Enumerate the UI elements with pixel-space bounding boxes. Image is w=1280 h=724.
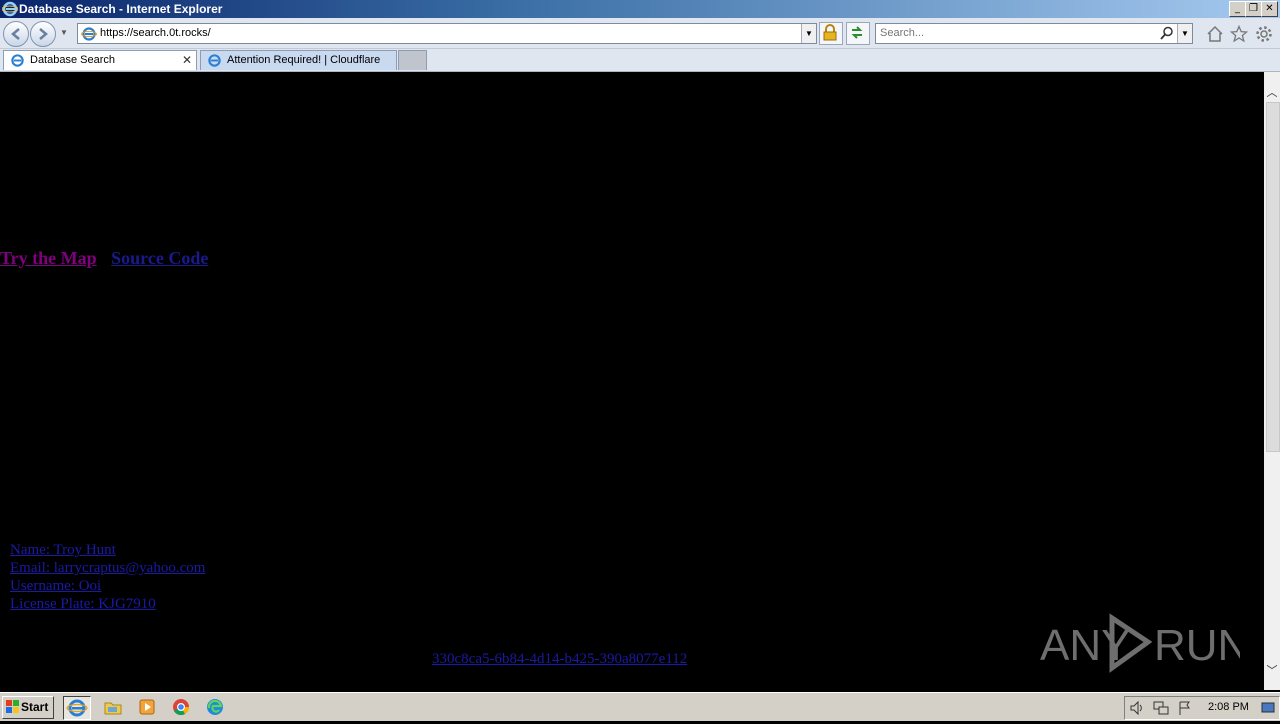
back-button[interactable]	[3, 21, 29, 47]
window-titlebar: Database Search - Internet Explorer _ ❐ …	[0, 0, 1280, 18]
search-box[interactable]: ▼	[875, 23, 1193, 44]
result-uuid-link[interactable]: 330c8ca5-6b84-4d14-b425-390a8077e112	[432, 651, 687, 668]
scroll-down-icon[interactable]: ﹀	[1264, 662, 1280, 678]
home-icon[interactable]	[1206, 25, 1224, 43]
new-tab-button[interactable]	[398, 50, 427, 70]
page-ie-icon	[81, 27, 97, 41]
folder-icon	[104, 702, 122, 715]
back-arrow-icon	[11, 28, 20, 40]
tab-bar: Database Search ✕ Attention Required! | …	[0, 49, 1280, 72]
navigation-bar: ▼ https://search.0t.rocks/ ▼ ▼	[0, 18, 1280, 49]
search-result: Name: Troy Hunt Email: larrycraptus@yaho…	[10, 541, 205, 613]
history-dropdown-icon[interactable]: ▼	[60, 28, 69, 37]
system-tray	[1124, 696, 1280, 720]
anyrun-watermark-logo: ANY RUN	[1040, 613, 1240, 673]
tab-database-search[interactable]: Database Search ✕	[3, 50, 197, 70]
taskbar-file-explorer[interactable]	[100, 696, 126, 718]
source-code-link[interactable]: Source Code	[111, 248, 208, 268]
start-button[interactable]: Start	[2, 696, 54, 719]
taskbar-chrome[interactable]	[168, 696, 194, 718]
forward-button[interactable]	[30, 21, 56, 47]
search-dropdown-icon[interactable]: ▼	[1177, 24, 1192, 43]
vertical-scrollbar[interactable]: ︿ ﹀	[1264, 72, 1280, 690]
scroll-thumb[interactable]	[1266, 102, 1280, 452]
refresh-button[interactable]	[846, 22, 870, 45]
tab-label: Database Search	[30, 54, 115, 66]
try-the-map-link[interactable]: Try the Map	[0, 248, 97, 268]
media-player-icon	[139, 699, 155, 715]
edge-icon	[207, 699, 223, 715]
tab-cloudflare[interactable]: Attention Required! | Cloudflare	[200, 50, 397, 70]
result-username-link[interactable]: Username: Ooi	[10, 577, 205, 595]
chrome-icon	[173, 699, 190, 716]
page-content: Try the Map Source Code Name: Troy Hunt …	[0, 72, 1264, 690]
start-label: Start	[21, 700, 49, 714]
search-icon[interactable]	[1160, 26, 1174, 40]
internet-explorer-icon	[66, 699, 88, 717]
address-bar[interactable]: https://search.0t.rocks/ ▼	[77, 23, 817, 44]
internet-explorer-icon	[2, 1, 18, 17]
lock-icon	[823, 24, 837, 41]
top-links: Try the Map Source Code	[0, 248, 208, 269]
scroll-up-icon[interactable]: ︿	[1264, 84, 1280, 100]
refresh-icon	[851, 26, 863, 39]
tab-ie-icon	[208, 54, 221, 67]
result-email-link[interactable]: Email: larrycraptus@yahoo.com	[10, 559, 205, 577]
address-url[interactable]: https://search.0t.rocks/	[100, 26, 211, 41]
taskbar-internet-explorer[interactable]	[63, 696, 91, 720]
windows-flag-icon	[6, 700, 19, 713]
action-center-flag-icon[interactable]	[1177, 700, 1193, 716]
search-input[interactable]	[878, 25, 1152, 40]
restore-button[interactable]: ❐	[1245, 1, 1262, 17]
minimize-button[interactable]: _	[1229, 1, 1246, 17]
tab-ie-icon	[11, 54, 24, 67]
result-license-plate-link[interactable]: License Plate: KJG7910	[10, 595, 205, 613]
taskbar-media-player[interactable]	[134, 696, 160, 718]
close-tab-icon[interactable]: ✕	[182, 51, 192, 70]
taskbar-edge[interactable]	[202, 696, 228, 718]
show-desktop-icon[interactable]	[1261, 702, 1275, 714]
network-icon[interactable]	[1153, 700, 1169, 716]
result-name-link[interactable]: Name: Troy Hunt	[10, 541, 205, 559]
window-title: Database Search - Internet Explorer	[19, 2, 223, 16]
address-dropdown-icon[interactable]: ▼	[801, 24, 816, 43]
svg-text:RUN: RUN	[1154, 621, 1240, 670]
favorites-star-icon[interactable]	[1230, 25, 1248, 43]
close-window-button[interactable]: ✕	[1261, 1, 1278, 17]
tab-label: Attention Required! | Cloudflare	[227, 54, 381, 66]
taskbar-clock: 2:08 PM	[1208, 701, 1249, 713]
settings-gear-icon[interactable]	[1255, 25, 1273, 43]
forward-arrow-icon	[39, 28, 48, 40]
security-lock-button[interactable]	[819, 22, 843, 45]
volume-icon[interactable]	[1129, 700, 1145, 716]
taskbar: Start 2:08 PM	[0, 692, 1280, 721]
